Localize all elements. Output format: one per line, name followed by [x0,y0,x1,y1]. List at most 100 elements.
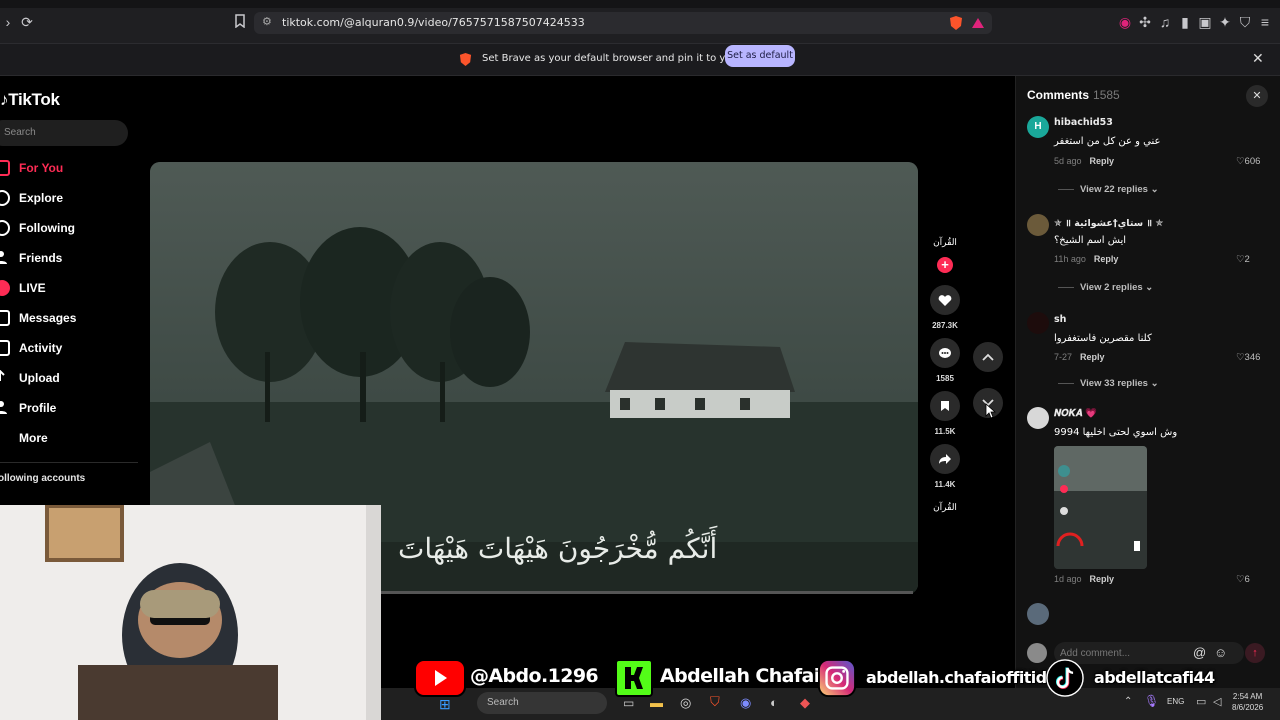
reply-button[interactable]: Reply [1080,352,1105,362]
more-icon [0,430,10,446]
save-button[interactable]: 11.5K [930,391,960,436]
app-icon[interactable]: ◆ [800,695,810,711]
shield-icon[interactable]: ⛉ [1237,14,1253,30]
volume-icon[interactable]: ◁ [1213,695,1221,708]
mention-icon[interactable]: @ [1193,645,1206,660]
bookmark-icon[interactable] [232,14,248,30]
comments-panel [1015,76,1280,720]
video-caption: أَنَّكُم مُّخْرَجُونَ هَيْهَاتَ هَيْهَات… [398,532,718,565]
brave-rewards-icon[interactable] [971,15,985,31]
sidebar-icon[interactable]: ▮ [1177,14,1193,30]
view-replies-button[interactable]: View 22 replies ⌄ [1058,184,1159,195]
sidebar-item-more[interactable]: More [0,427,130,449]
taskbar-search[interactable]: Search [477,692,607,714]
comment-like-button[interactable]: ♡6 [1236,574,1250,585]
comment-text: ايش اسم الشيخ؟ [1054,235,1127,246]
clock[interactable]: 2:54 AM 8/6/2026 [1232,691,1263,713]
search-input[interactable]: Search [0,120,128,146]
music-disc[interactable]: القُرآن [932,503,958,521]
sidebar-item-profile[interactable]: Profile [0,397,130,419]
sidebar-item-for-you[interactable]: For You [0,157,130,179]
sidebar-item-explore[interactable]: Explore [0,187,130,209]
comments-count: 1585 [1093,88,1120,102]
reply-button[interactable]: Reply [1094,254,1119,264]
leo-ai-icon[interactable]: ✦ [1217,14,1233,30]
comment-time: 1d ago [1054,574,1082,584]
extensions-icon[interactable]: ✣ [1137,14,1153,30]
discord-icon[interactable]: ◉ [740,695,751,711]
file-explorer-icon[interactable]: ▬ [650,695,663,710]
network-icon[interactable]: ▭ [1196,695,1206,708]
comment-button[interactable]: 1585 [930,338,960,383]
avatar[interactable] [1027,312,1049,334]
view-replies-label: View 22 replies [1080,184,1148,195]
webcam-feed [0,505,381,720]
tiktok-logo[interactable]: ♪TikTok [0,90,60,110]
comment-username[interactable]: hibachid53 [1054,117,1113,128]
sidebar-item-friends[interactable]: Friends [0,247,130,269]
browser-toolbar: › ⟳ ⚙ tiktok.com/@alquran0.9/video/76575… [0,0,1280,44]
language-indicator[interactable]: ENG [1167,697,1184,706]
comment-username[interactable]: 𝑵𝑶𝑲𝑨 💗 [1054,408,1097,419]
forward-icon[interactable]: › [0,14,16,30]
comment-username[interactable]: ✯ ॥ ستاي†عشوائية ॥ ✯ [1054,216,1163,229]
reply-button[interactable]: Reply [1090,574,1115,584]
reply-button[interactable]: Reply [1090,156,1115,166]
tray-chevron-icon[interactable]: ⌃ [1124,696,1132,707]
comments-title: Comments 1585 [1027,88,1120,102]
tab-strip [0,0,1280,8]
site-info-icon[interactable]: ⚙ [262,15,272,28]
author-avatar[interactable]: القُرآن [932,238,958,256]
comment-like-count: 2 [1244,254,1250,265]
view-replies-button[interactable]: View 2 replies ⌄ [1058,282,1153,293]
video-progress-bar[interactable] [381,591,913,594]
address-bar[interactable]: ⚙ tiktok.com/@alquran0.9/video/765757158… [254,12,992,34]
send-icon[interactable]: ↑ [1245,643,1265,663]
brave-shield-icon[interactable] [949,15,963,31]
comment-like-button[interactable]: ♡606 [1236,156,1260,167]
music-icon[interactable]: ♫ [1157,14,1173,30]
clock-time: 2:54 AM [1232,692,1263,701]
comment-text: وش اسوي لحتى اخليها 9994 [1054,427,1178,438]
save-count: 11.5K [934,427,956,436]
avatar[interactable] [1027,603,1049,625]
windows-start-icon[interactable]: ⊞ [439,696,451,713]
comment-username[interactable]: sh [1054,314,1066,325]
task-view-icon[interactable]: ▭ [623,696,634,710]
comment-like-count: 346 [1244,352,1261,363]
steam-icon[interactable]: ◐ [770,695,778,710]
vpn-icon[interactable]: ◉ [1117,14,1133,30]
obs-icon[interactable]: ◎ [680,695,691,711]
avatar[interactable] [1027,407,1049,429]
set-default-button[interactable]: Set as default [725,45,795,67]
sidebar-item-upload[interactable]: Upload [0,367,130,389]
sidebar-item-following[interactable]: Following [0,217,130,239]
avatar[interactable]: H [1027,116,1049,138]
comment-like-button[interactable]: ♡2 [1236,254,1250,265]
close-comments-button[interactable]: ✕ [1246,85,1268,107]
clock-date: 8/6/2026 [1232,703,1264,712]
comment-like-button[interactable]: ♡346 [1236,352,1260,363]
follow-button[interactable]: + [937,257,953,273]
comment-image[interactable] [1054,446,1147,569]
close-icon[interactable]: ✕ [1252,50,1264,67]
emoji-icon[interactable]: ☺ [1214,645,1227,660]
sidebar-item-messages[interactable]: Messages [0,307,130,329]
reload-icon[interactable]: ⟳ [19,14,35,30]
heart-icon [930,285,960,315]
url-text[interactable]: tiktok.com/@alquran0.9/video/76575715875… [282,16,585,29]
previous-video-button[interactable] [973,342,1003,372]
avatar[interactable] [1027,214,1049,236]
view-replies-button[interactable]: View 33 replies ⌄ [1058,378,1159,389]
sidebar-item-activity[interactable]: Activity [0,337,130,359]
share-button[interactable]: 11.4K [930,444,960,489]
microphone-icon[interactable]: 🎙 [1144,694,1159,708]
brave-taskbar-icon[interactable]: ⛉ [710,694,720,710]
wallet-icon[interactable]: ▣ [1197,14,1213,30]
chevron-up-icon [982,353,994,361]
sidebar-item-live[interactable]: LIVE [0,277,130,299]
like-button[interactable]: 287.3K [930,285,960,330]
menu-icon[interactable]: ≡ [1257,14,1273,30]
kick-icon [615,659,653,697]
view-replies-label: View 33 replies [1080,378,1148,389]
